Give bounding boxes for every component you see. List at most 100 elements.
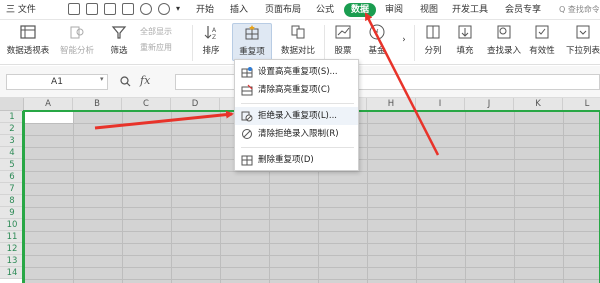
lookup-entry-label: 查找录入	[486, 46, 521, 56]
clear-highlight-icon	[241, 84, 253, 96]
validity-icon	[535, 25, 549, 39]
highlight-icon	[241, 67, 253, 78]
reapply-button[interactable]: 重新应用	[140, 42, 172, 53]
tab-home[interactable]: 开始	[196, 3, 214, 17]
row-header[interactable]: 7	[0, 183, 24, 195]
tab-view[interactable]: 视图	[420, 3, 438, 17]
clear-reject-icon	[242, 129, 252, 139]
data-compare-icon	[291, 25, 305, 39]
menu-divider	[241, 147, 354, 148]
name-box[interactable]: A1	[6, 74, 108, 90]
row-header[interactable]: 2	[0, 123, 24, 135]
print-preview-icon[interactable]	[122, 3, 134, 15]
svg-text:Z: Z	[212, 34, 216, 41]
menu-item-label: 清除高亮重复项(C)	[258, 85, 331, 95]
row-header[interactable]: 8	[0, 195, 24, 207]
fill-button[interactable]: 填充	[452, 23, 478, 56]
duplicates-dropdown-menu: 设置高亮重复项(S)... 清除高亮重复项(C) 拒绝录入重复项(L)... 清…	[234, 59, 359, 171]
fill-icon	[458, 25, 472, 39]
row-header[interactable]: 1	[0, 111, 24, 123]
menu-item-label: 拒绝录入重复项(L)...	[258, 111, 337, 121]
dropdown-list-button[interactable]: 下拉列表	[566, 23, 600, 56]
stocks-label: 股票	[334, 46, 352, 56]
dropdown-list-label: 下拉列表	[566, 46, 600, 56]
fund-icon: ¥	[369, 24, 385, 40]
menu-bar: 三 文件 ▾ 开始 插入 页面布局 公式 数据 审阅 视图 开发工具 会员专享 …	[0, 0, 600, 20]
tab-page-layout[interactable]: 页面布局	[265, 3, 301, 17]
export-pdf-icon[interactable]	[86, 3, 98, 15]
save-icon[interactable]	[68, 3, 80, 15]
tab-formula[interactable]: 公式	[316, 3, 334, 17]
svg-text:A: A	[212, 27, 217, 34]
stocks-icon	[335, 25, 351, 39]
ribbon-divider	[414, 25, 415, 61]
fund-button[interactable]: ¥ 基金	[364, 23, 390, 56]
file-menu[interactable]: 三 文件	[6, 3, 36, 17]
row-header[interactable]: 10	[0, 219, 24, 231]
smart-analysis-icon	[70, 26, 84, 39]
validity-button[interactable]: 有效性	[526, 23, 558, 56]
pivot-table-label: 数据透视表	[6, 46, 50, 56]
row-header[interactable]: 14	[0, 267, 24, 279]
dropdown-list-icon	[576, 25, 590, 39]
menu-item-clear-highlight[interactable]: 清除高亮重复项(C)	[235, 81, 358, 99]
smart-analysis-button[interactable]: 智能分析	[58, 23, 96, 56]
zoom-icon[interactable]	[120, 76, 131, 87]
search-command[interactable]: Q 查找命令	[559, 3, 599, 17]
pivot-table-button[interactable]: 数据透视表	[6, 23, 50, 56]
sort-icon: AZ	[204, 26, 217, 41]
menu-divider	[241, 103, 354, 104]
duplicates-icon	[245, 25, 259, 40]
svg-text:¥: ¥	[374, 28, 379, 37]
filter-label: 筛选	[110, 46, 128, 56]
select-all-corner[interactable]	[0, 98, 24, 111]
stocks-button[interactable]: 股票	[330, 23, 356, 56]
menu-item-label: 删除重复项(D)	[258, 155, 314, 165]
data-compare-button[interactable]: 数据对比	[276, 23, 320, 56]
row-header[interactable]: 5	[0, 159, 24, 171]
active-cell-a1[interactable]	[25, 112, 73, 123]
tab-developer[interactable]: 开发工具	[452, 3, 488, 17]
row-header[interactable]: 12	[0, 243, 24, 255]
row-header[interactable]: 4	[0, 147, 24, 159]
menu-item-label: 清除拒绝录入限制(R)	[258, 129, 339, 139]
fund-label: 基金	[368, 46, 386, 56]
filter-button[interactable]: 筛选	[104, 23, 134, 56]
reject-entry-icon	[241, 111, 253, 122]
menu-item-label: 设置高亮重复项(S)...	[258, 67, 338, 77]
delete-duplicates-icon	[241, 155, 253, 166]
more-icon[interactable]: ▾	[176, 3, 188, 15]
chevron-down-icon[interactable]: ▾	[100, 75, 104, 83]
print-icon[interactable]	[104, 3, 116, 15]
row-header[interactable]: 6	[0, 171, 24, 183]
fx-icon[interactable]: fx	[140, 74, 150, 87]
ribbon-divider	[192, 25, 193, 61]
tab-data[interactable]: 数据	[344, 3, 376, 17]
redo-icon[interactable]	[158, 3, 170, 15]
row-header[interactable]: 3	[0, 135, 24, 147]
duplicates-label: 重复项	[239, 47, 265, 57]
menu-item-delete-duplicates[interactable]: 删除重复项(D)	[235, 151, 358, 169]
sort-button[interactable]: AZ 排序	[198, 23, 224, 56]
tab-member[interactable]: 会员专享	[505, 3, 541, 17]
tab-review[interactable]: 审阅	[385, 3, 403, 17]
fill-label: 填充	[456, 46, 474, 56]
row-header[interactable]: 13	[0, 255, 24, 267]
filter-icon	[111, 26, 127, 39]
ribbon-divider	[324, 25, 325, 61]
data-compare-label: 数据对比	[280, 46, 315, 56]
split-column-button[interactable]: 分列	[420, 23, 446, 56]
menu-item-set-highlight[interactable]: 设置高亮重复项(S)...	[235, 63, 358, 81]
show-all-button[interactable]: 全部显示	[140, 26, 172, 37]
ribbon-scroll-icon[interactable]: ›	[398, 35, 410, 45]
menu-item-clear-reject[interactable]: 清除拒绝录入限制(R)	[235, 125, 358, 143]
lookup-entry-button[interactable]: 查找录入	[486, 23, 522, 56]
tab-insert[interactable]: 插入	[230, 3, 248, 17]
undo-icon[interactable]	[140, 3, 152, 15]
validity-label: 有效性	[529, 46, 555, 56]
row-header[interactable]: 11	[0, 231, 24, 243]
duplicates-button[interactable]: 重复项	[232, 23, 272, 61]
split-column-label: 分列	[424, 46, 442, 56]
row-header[interactable]: 9	[0, 207, 24, 219]
menu-item-reject-duplicates[interactable]: 拒绝录入重复项(L)...	[235, 107, 358, 125]
